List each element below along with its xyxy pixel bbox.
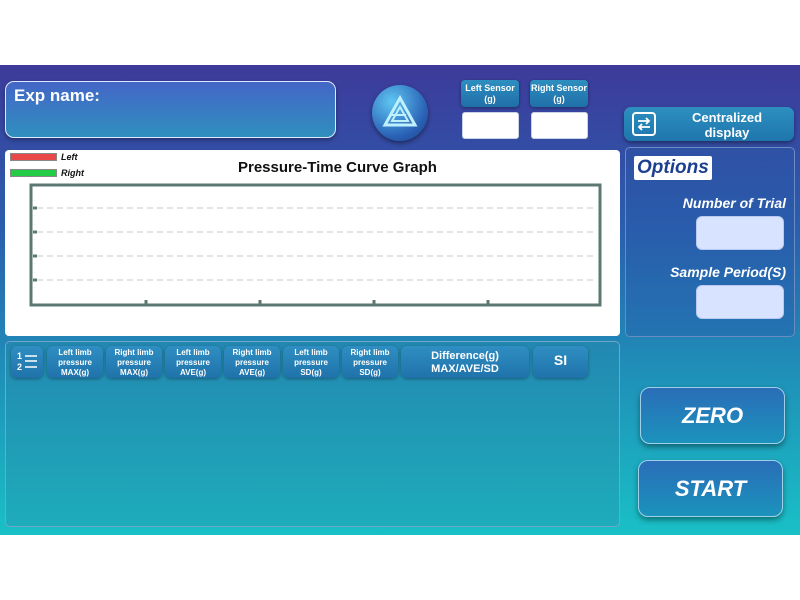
- right-sensor-value: [531, 112, 588, 139]
- exp-name-label: Exp name:: [14, 86, 100, 105]
- plot-area: [29, 183, 602, 307]
- app-logo: [372, 85, 428, 141]
- centralized-display-label: Centralized display: [691, 110, 763, 140]
- centralized-display-button[interactable]: Centralized display: [624, 107, 794, 141]
- left-sensor-value: [462, 112, 519, 139]
- header-right-max[interactable]: Right limb pressure MAX(g): [106, 346, 162, 378]
- header-left-max[interactable]: Left limb pressure MAX(g): [47, 346, 103, 378]
- exp-name-box[interactable]: Exp name:: [5, 81, 336, 138]
- numbered-list-icon[interactable]: 1 2: [11, 346, 43, 378]
- triangle-logo-icon: [382, 95, 418, 127]
- results-table: 1 2 Left limb pressure MAX(g) Right limb…: [5, 341, 620, 527]
- right-sensor-label: Right Sensor (g): [530, 80, 588, 107]
- left-sensor-label: Left Sensor (g): [461, 80, 519, 107]
- header-left-ave[interactable]: Left limb pressure AVE(g): [165, 346, 221, 378]
- start-button[interactable]: START: [638, 460, 783, 517]
- swap-arrows-icon: [632, 112, 656, 136]
- options-title: Options: [634, 156, 712, 180]
- header-right-ave[interactable]: Right limb pressure AVE(g): [224, 346, 280, 378]
- graph-panel: Left Right Pressure-Time Curve Graph: [5, 150, 620, 336]
- sample-period-label: Sample Period(S): [670, 264, 786, 280]
- options-panel: Options Number of Trial Sample Period(S): [625, 147, 795, 337]
- zero-button[interactable]: ZERO: [640, 387, 785, 444]
- header-difference[interactable]: Difference(g) MAX/AVE/SD: [401, 346, 529, 378]
- header-right-sd[interactable]: Right limb pressure SD(g): [342, 346, 398, 378]
- app-window: Exp name: Left Sensor (g) Right Sensor (…: [0, 65, 800, 535]
- sample-period-input[interactable]: [696, 285, 784, 319]
- svg-text:2: 2: [17, 362, 22, 372]
- header-left-sd[interactable]: Left limb pressure SD(g): [283, 346, 339, 378]
- header-si[interactable]: SI: [533, 346, 588, 378]
- number-of-trial-label: Number of Trial: [682, 195, 786, 211]
- number-of-trial-input[interactable]: [696, 216, 784, 250]
- svg-text:1: 1: [17, 351, 22, 361]
